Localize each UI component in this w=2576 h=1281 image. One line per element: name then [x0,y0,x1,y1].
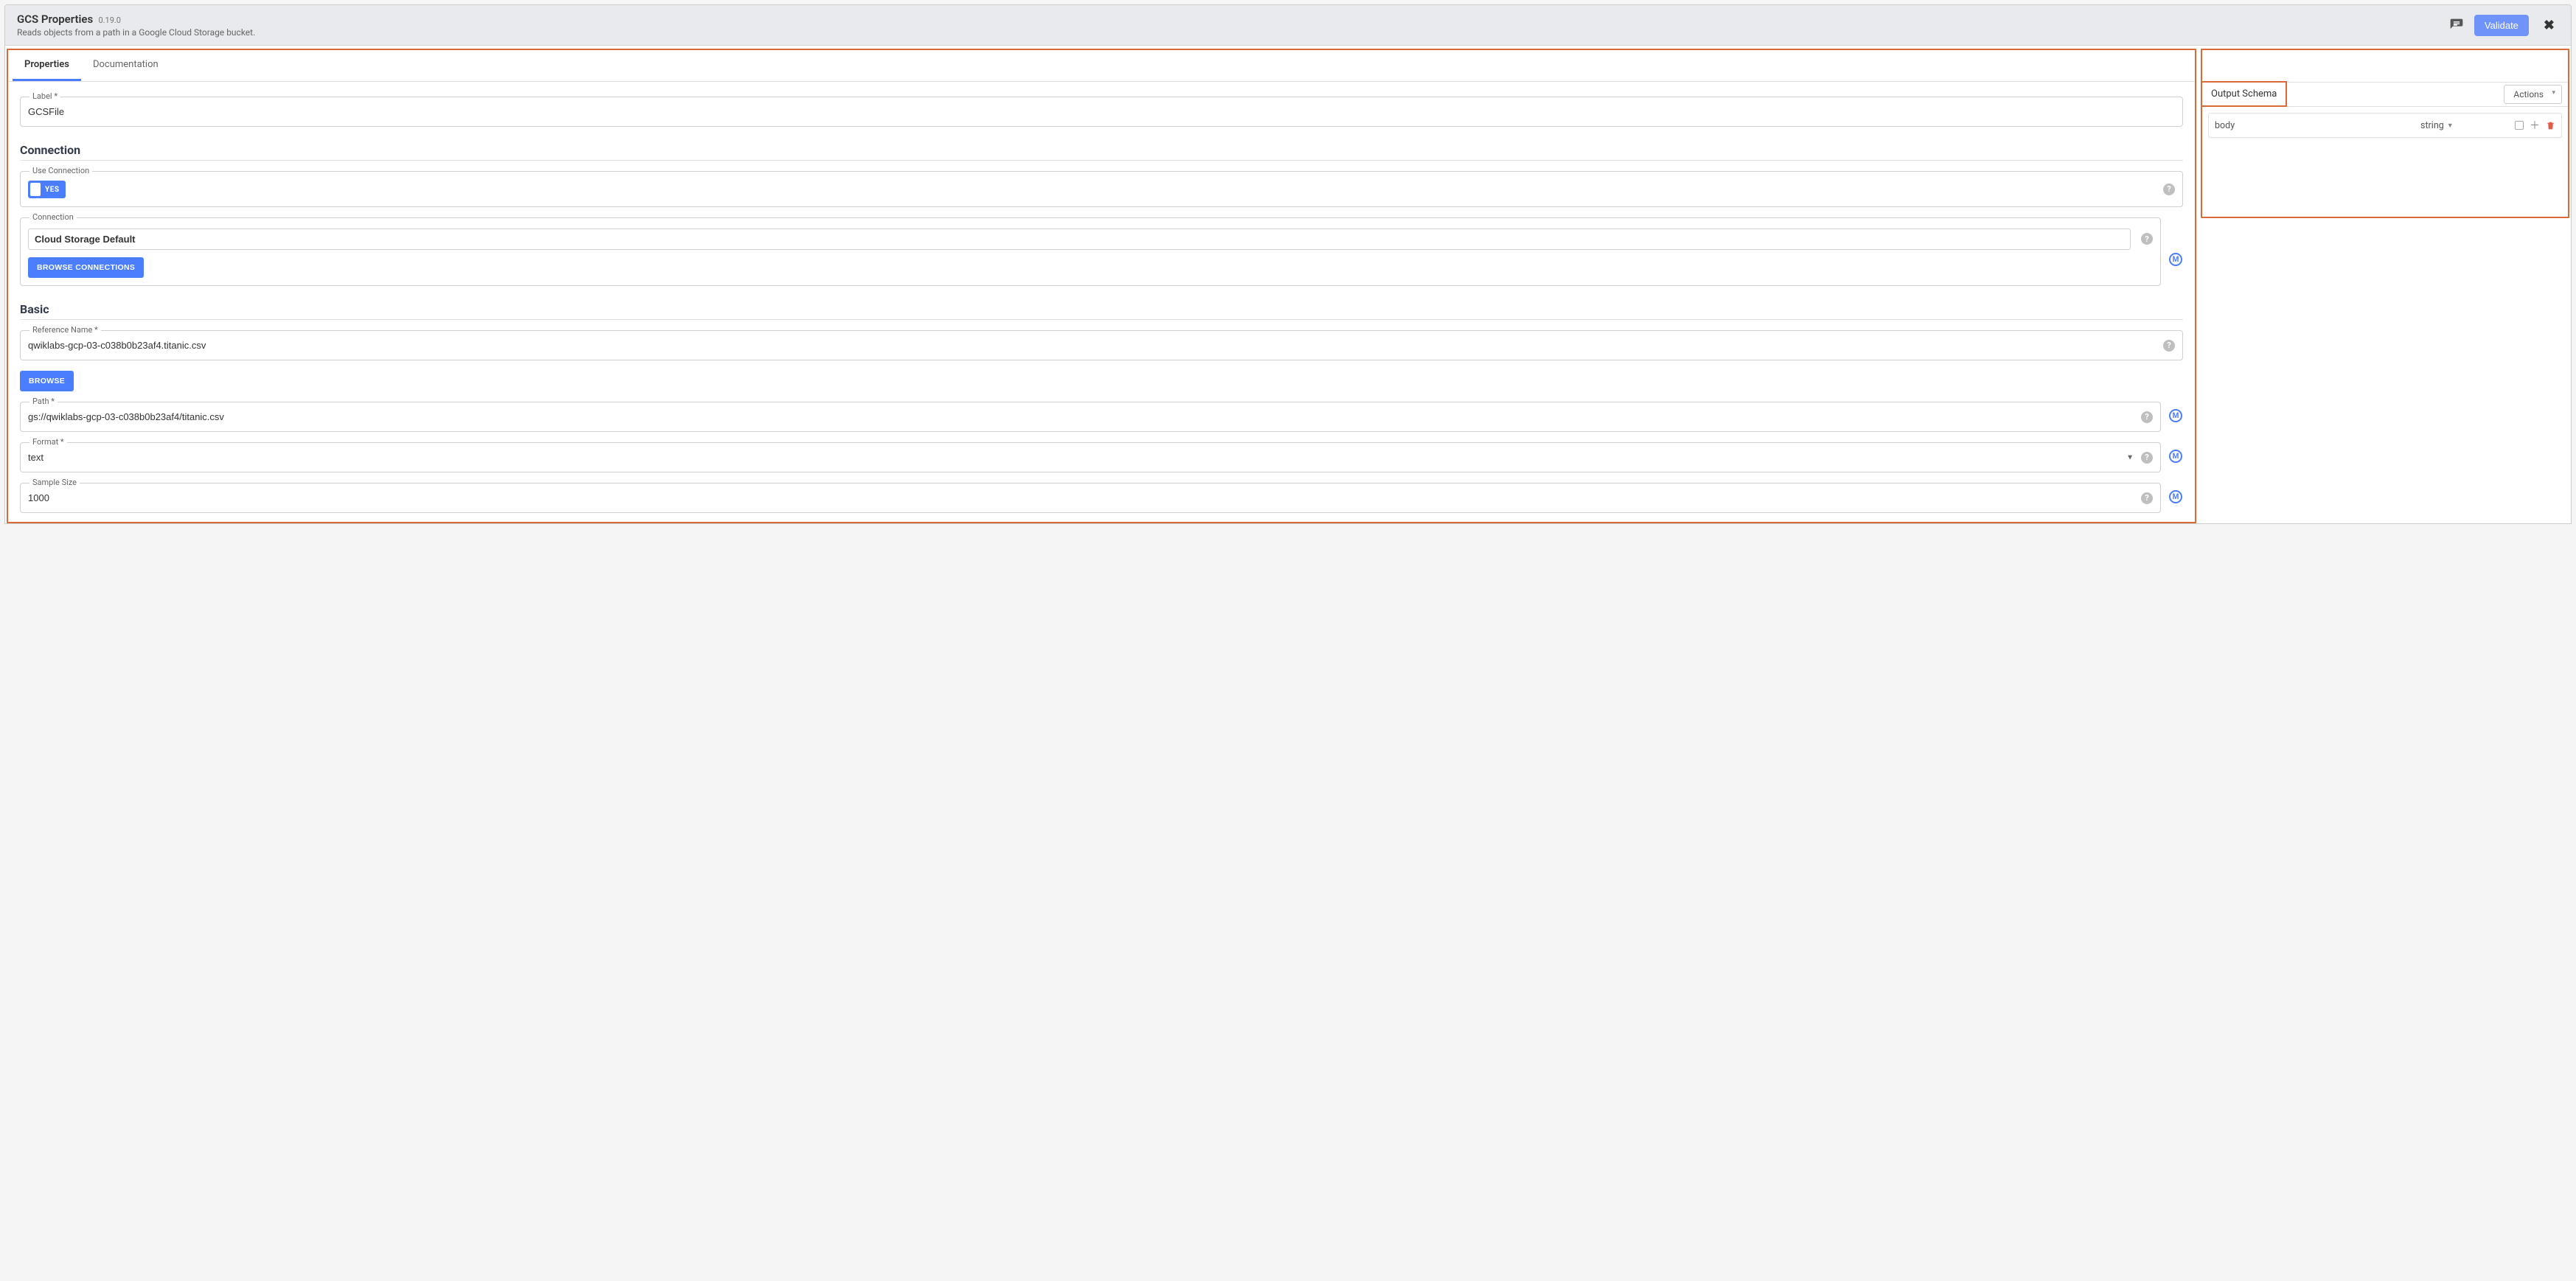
sample-size-field: Sample Size ? [20,483,2161,513]
help-icon[interactable]: ? [2141,411,2153,423]
path-field: Path * ? [20,402,2161,432]
reference-name-field: Reference Name * ? [20,330,2183,360]
toggle-knob [30,183,41,196]
chevron-down-icon[interactable]: ▼ [2447,122,2454,130]
format-legend: Format * [29,437,67,447]
schema-row: body string ▼ ＋ [2208,113,2562,138]
schema-actions-dropdown[interactable]: Actions [2504,85,2562,104]
add-field-icon[interactable]: ＋ [2530,118,2540,133]
connection-field: Connection ? BROWSE CONNECTIONS [20,217,2161,286]
label-legend: Label * [29,91,60,101]
schema-field-name[interactable]: body [2215,120,2415,131]
help-icon[interactable]: ? [2163,184,2175,195]
properties-modal: GCS Properties 0.19.0 Reads objects from… [4,4,2572,524]
reference-name-legend: Reference Name * [29,325,101,335]
tab-documentation[interactable]: Documentation [81,50,170,81]
toggle-label: YES [45,186,63,194]
macro-icon[interactable]: M [2169,450,2182,463]
browse-connections-button[interactable]: BROWSE CONNECTIONS [28,257,144,278]
path-legend: Path * [29,397,58,406]
browse-button[interactable]: BROWSE [20,371,74,391]
modal-subtitle: Reads objects from a path in a Google Cl… [17,27,2449,38]
format-field: Format * ▼ ? [20,442,2161,472]
sample-size-input[interactable] [28,491,2135,505]
properties-panel: Properties Documentation Label * Connect… [7,49,2196,523]
tabs: Properties Documentation [8,50,2195,82]
modal-header: GCS Properties 0.19.0 Reads objects from… [5,5,2571,46]
tab-properties[interactable]: Properties [13,50,81,81]
macro-icon[interactable]: M [2169,490,2182,503]
validate-button[interactable]: Validate [2474,15,2529,36]
use-connection-field: Use Connection YES ? [20,171,2183,207]
schema-field-type[interactable]: string [2420,120,2444,131]
modal-title: GCS Properties [17,13,93,26]
help-icon[interactable]: ? [2141,492,2153,504]
section-connection: Connection [20,143,2183,161]
output-schema-title: Output Schema [2201,81,2287,107]
comment-icon[interactable] [2449,18,2464,32]
label-input[interactable] [28,105,2175,119]
path-input[interactable] [28,410,2135,424]
use-connection-legend: Use Connection [29,166,92,175]
format-select[interactable] [28,450,2116,464]
close-icon[interactable]: ✖ [2539,18,2559,33]
label-field: Label * [20,97,2183,127]
macro-icon[interactable]: M [2169,253,2182,266]
reference-name-input[interactable] [28,338,2157,352]
help-icon[interactable]: ? [2163,340,2175,352]
help-icon[interactable]: ? [2141,233,2153,245]
modal-version: 0.19.0 [98,15,121,25]
section-basic: Basic [20,302,2183,320]
connection-input[interactable] [28,228,2131,250]
delete-field-icon[interactable] [2546,121,2555,130]
output-schema-panel: Output Schema Actions body string ▼ ＋ [2201,49,2569,218]
macro-icon[interactable]: M [2169,409,2182,422]
use-connection-toggle[interactable]: YES [28,181,66,198]
chevron-down-icon: ▼ [2126,453,2134,461]
help-icon[interactable]: ? [2141,452,2153,464]
schema-nullable-checkbox[interactable] [2515,121,2524,130]
sample-size-legend: Sample Size [29,478,80,487]
connection-legend: Connection [29,212,77,222]
